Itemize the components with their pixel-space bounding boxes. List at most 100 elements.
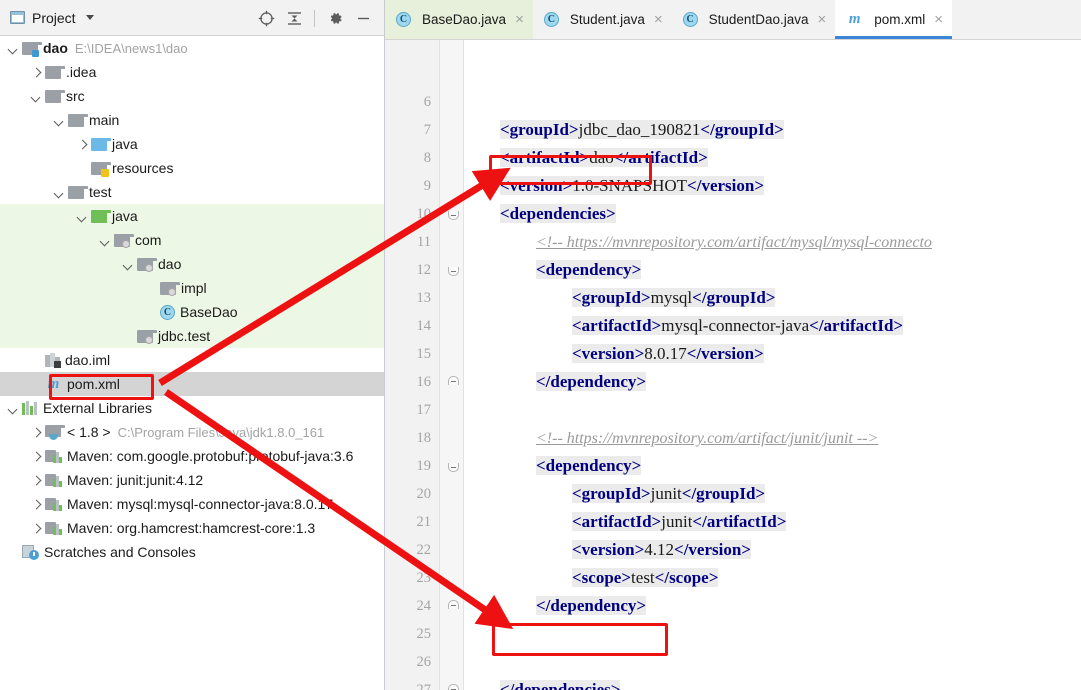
minimize-icon[interactable] [350, 5, 376, 31]
collapse-all-icon[interactable] [281, 5, 307, 31]
editor-tab-student-java[interactable]: C Student.java × [533, 0, 672, 39]
chevron-down-icon[interactable] [123, 259, 134, 270]
code-line[interactable]: <groupId>jdbc_dao_190821</groupId> [500, 116, 1081, 144]
xml-tag: </artifactId> [692, 512, 787, 531]
chevron-right-icon[interactable] [77, 139, 88, 150]
project-tree[interactable]: dao E:\IDEA\news1\dao .idea src main java reso… [0, 36, 384, 690]
editor-tab-bar[interactable]: C BaseDao.java × C Student.java × C StudentDao.… [385, 0, 1081, 40]
code-line[interactable]: <scope>test</scope> [572, 564, 1081, 592]
chevron-down-icon[interactable] [8, 403, 19, 414]
code-line[interactable]: <!-- https://mvnrepository.com/artifact/… [536, 424, 1081, 452]
code-line[interactable]: <dependency> [536, 452, 1081, 480]
tree-item-1-8[interactable]: < 1.8 > C:\Program Files\Java\jdk1.8.0_16… [0, 420, 384, 444]
code-line[interactable]: <version>1.0-SNAPSHOT</version> [500, 172, 1081, 200]
tree-item-main[interactable]: main [0, 108, 384, 132]
line-number: 9 [423, 178, 431, 194]
chevron-right-icon[interactable] [31, 451, 42, 462]
tree-item-idea[interactable]: .idea [0, 60, 384, 84]
tree-item-external-libraries[interactable]: External Libraries [0, 396, 384, 420]
code-line[interactable]: <groupId>mysql</groupId> [572, 284, 1081, 312]
chevron-down-icon[interactable] [54, 187, 65, 198]
fold-collapse-icon[interactable] [448, 211, 459, 220]
code-line[interactable]: <version>8.0.17</version> [572, 340, 1081, 368]
tree-item-impl[interactable]: impl [0, 276, 384, 300]
iml-file-icon [45, 353, 61, 368]
fold-end-icon[interactable] [448, 600, 459, 609]
tree-item-com[interactable]: com [0, 228, 384, 252]
line-number: 17 [416, 402, 432, 418]
close-icon[interactable]: × [817, 12, 826, 27]
code-editor[interactable]: 6 7 <groupId>jdbc_dao_190821</groupId> 8 <ar… [385, 40, 1081, 690]
tree-item-label: dao [158, 256, 182, 272]
tree-item-maven-org-hamcrest-hamcrest-core-1-3[interactable]: Maven: org.hamcrest:hamcrest-core:1.3 [0, 516, 384, 540]
tree-item-label: External Libraries [43, 400, 152, 416]
xml-value: mysql [650, 288, 693, 307]
chevron-down-icon[interactable] [31, 91, 42, 102]
line-number: 15 [416, 346, 432, 362]
jdk-icon [45, 425, 65, 440]
code-line[interactable]: <!-- https://mvnrepository.com/artifact/… [536, 228, 1081, 256]
code-folding-gutter[interactable] [440, 40, 463, 690]
tree-item-dao-iml[interactable]: dao.iml [0, 348, 384, 372]
fold-collapse-icon[interactable] [448, 267, 459, 276]
locate-icon[interactable] [253, 5, 279, 31]
code-line[interactable]: <artifactId>mysql-connector-java</artifa… [572, 312, 1081, 340]
code-line[interactable]: </dependencies> [500, 676, 1081, 690]
close-icon[interactable]: × [515, 12, 524, 27]
tree-item-maven-junit-junit-4-12[interactable]: Maven: junit:junit:4.12 [0, 468, 384, 492]
tree-item-java[interactable]: java [0, 132, 384, 156]
xml-value: junit [661, 512, 693, 531]
code-line[interactable]: <artifactId>junit</artifactId> [572, 508, 1081, 536]
tree-item-java[interactable]: java [0, 204, 384, 228]
chevron-down-icon[interactable] [77, 211, 88, 222]
tree-item-src[interactable]: src [0, 84, 384, 108]
xml-tag: <groupId> [500, 120, 579, 139]
tree-item-maven-mysql-mysql-connector-java-8-0-17[interactable]: Maven: mysql:mysql-connector-java:8.0.17 [0, 492, 384, 516]
chevron-right-icon[interactable] [31, 475, 42, 486]
chevron-down-icon[interactable] [100, 235, 111, 246]
tree-item-basedao[interactable]: C BaseDao [0, 300, 384, 324]
code-line[interactable]: <groupId>junit</groupId> [572, 480, 1081, 508]
code-line[interactable]: <artifactId>dao</artifactId> [500, 144, 1081, 172]
chevron-right-icon[interactable] [31, 499, 42, 510]
code-line[interactable]: </dependency> [536, 592, 1081, 620]
xml-comment: <!-- https://mvnrepository.com/artifact/… [536, 430, 879, 447]
code-line[interactable]: <dependency> [536, 256, 1081, 284]
xml-tag: </dependency> [536, 372, 647, 391]
fold-collapse-icon[interactable] [448, 463, 459, 472]
project-tool-window: Project dao E:\IDEA\news1\dao .idea src … [0, 0, 385, 690]
fold-end-icon[interactable] [448, 376, 459, 385]
xml-tag: <version> [572, 540, 645, 559]
tree-item-dao[interactable]: dao E:\IDEA\news1\dao [0, 36, 384, 60]
tree-item-resources[interactable]: resources [0, 156, 384, 180]
editor-tab-basedao-java[interactable]: C BaseDao.java × [385, 0, 533, 39]
code-line[interactable]: <version>4.12</version> [572, 536, 1081, 564]
gear-icon[interactable] [322, 5, 348, 31]
code-line[interactable]: <dependencies> [500, 200, 1081, 228]
project-panel-title: Project [32, 9, 76, 26]
chevron-right-icon[interactable] [31, 67, 42, 78]
tree-item-maven-com-google-protobuf-protobuf-java-3-6[interactable]: Maven: com.google.protobuf:protobuf-java… [0, 444, 384, 468]
chevron-down-icon[interactable] [54, 115, 65, 126]
xml-value: test [631, 568, 655, 587]
editor-tab-studentdao-java[interactable]: C StudentDao.java × [672, 0, 836, 39]
tree-item-jdbc-test[interactable]: jdbc.test [0, 324, 384, 348]
chevron-right-icon[interactable] [31, 427, 42, 438]
close-icon[interactable]: × [934, 12, 943, 27]
tree-item-pom-xml[interactable]: m pom.xml [0, 372, 384, 396]
project-title-group[interactable]: Project [0, 10, 94, 26]
xml-tag: <groupId> [572, 288, 651, 307]
tree-item-test[interactable]: test [0, 180, 384, 204]
editor-tab-pom-xml[interactable]: m pom.xml × [835, 0, 953, 39]
fold-end-icon[interactable] [448, 684, 459, 690]
chevron-right-icon[interactable] [31, 523, 42, 534]
chevron-down-icon[interactable] [8, 43, 19, 54]
close-icon[interactable]: × [654, 12, 663, 27]
idea-window: Project dao E:\IDEA\news1\dao .idea src … [0, 0, 1081, 690]
tree-item-scratches-and-consoles[interactable]: Scratches and Consoles [0, 540, 384, 564]
tree-item-dao[interactable]: dao [0, 252, 384, 276]
chevron-down-icon[interactable] [85, 15, 94, 20]
code-line[interactable]: </dependency> [536, 368, 1081, 396]
